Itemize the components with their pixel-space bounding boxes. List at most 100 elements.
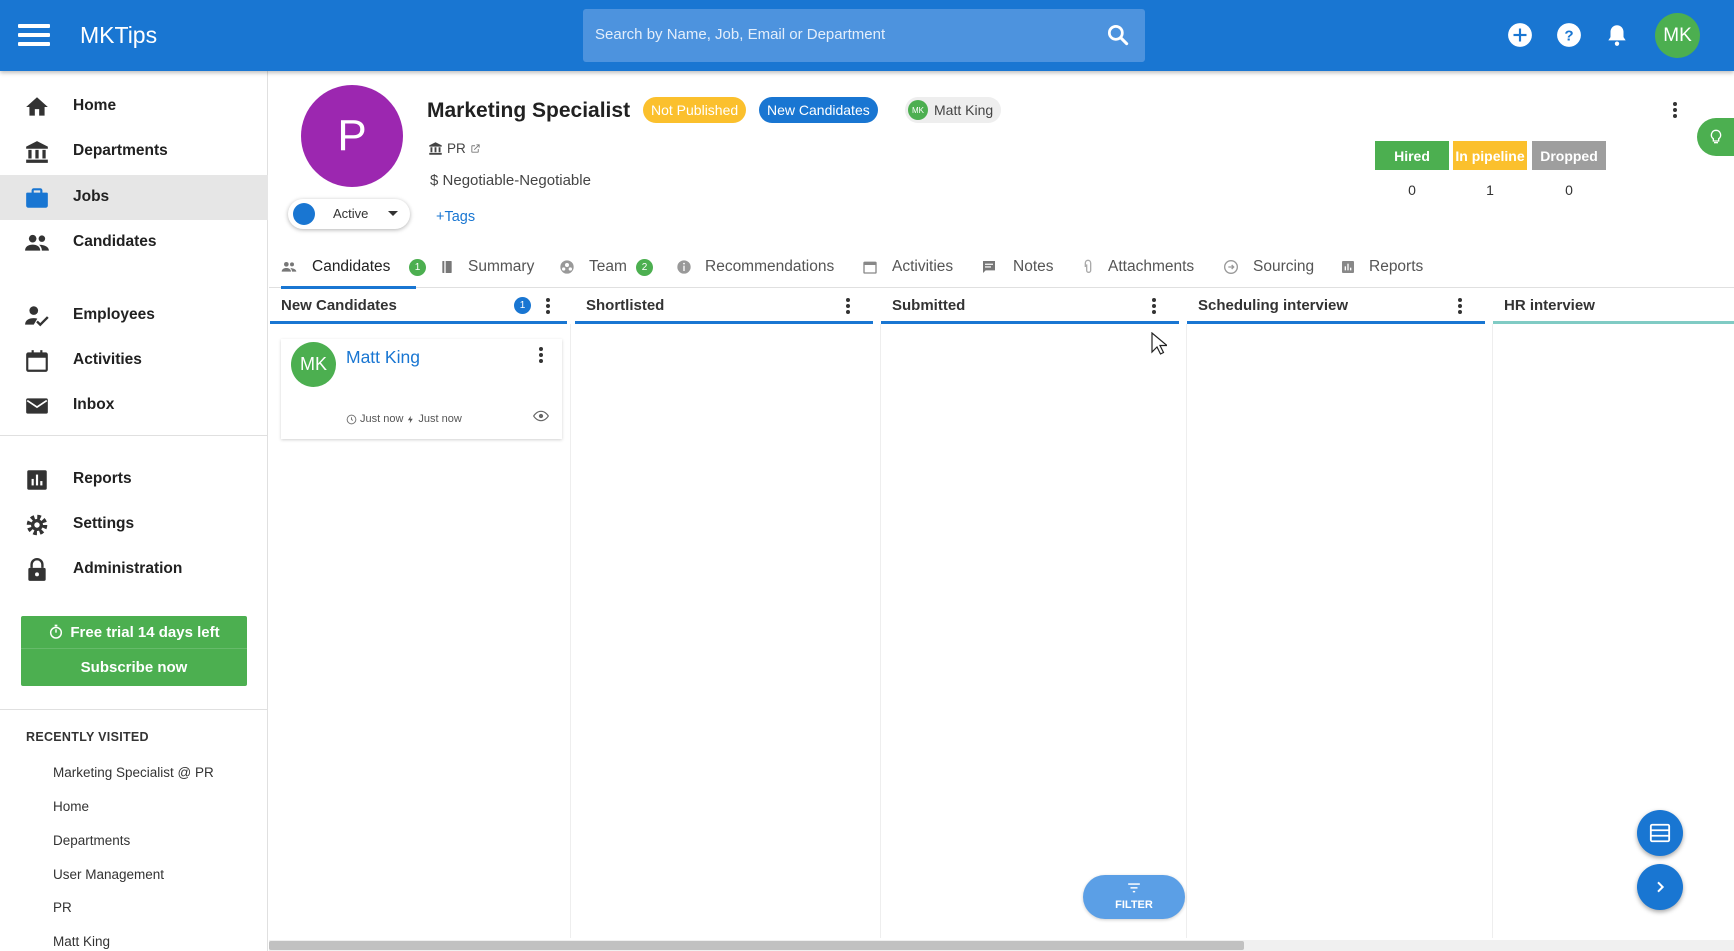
tab-notes[interactable]: Notes <box>981 245 1061 288</box>
sidebar-item-label: Departments <box>73 142 168 159</box>
filter-icon <box>1128 883 1140 893</box>
tab-candidates[interactable]: Candidates 1 <box>281 245 426 289</box>
eye-icon[interactable] <box>533 409 549 423</box>
column-menu-icon[interactable] <box>838 296 858 316</box>
tab-label: Candidates <box>312 258 391 275</box>
tab-label: Sourcing <box>1253 258 1315 275</box>
menu-icon[interactable] <box>18 24 50 46</box>
timer-icon <box>50 624 63 639</box>
person-check-icon <box>25 306 49 327</box>
column-menu-icon[interactable] <box>1144 296 1164 316</box>
salary-line: $ Negotiable-Negotiable <box>430 172 591 189</box>
help-icon[interactable]: ? <box>1556 22 1582 48</box>
publish-status-badge[interactable]: Not Published <box>643 97 747 123</box>
stat-in-pipeline: In pipeline 1 <box>1453 141 1527 209</box>
department-name: PR <box>447 141 466 156</box>
department-line[interactable]: PR <box>428 141 481 156</box>
tab-reports[interactable]: Reports <box>1340 245 1435 288</box>
tab-sourcing[interactable]: Sourcing <box>1223 245 1323 288</box>
sidebar-item-inbox[interactable]: Inbox <box>0 383 268 428</box>
tab-summary[interactable]: Summary <box>439 245 539 288</box>
sidebar-item-jobs[interactable]: Jobs <box>0 175 268 220</box>
chevron-down-icon <box>388 211 398 216</box>
recently-visited-title: RECENTLY VISITED <box>26 730 149 744</box>
external-link-icon[interactable] <box>470 143 481 154</box>
tab-recommendations[interactable]: Recommendations <box>676 245 851 288</box>
bar-chart-icon <box>1342 261 1354 273</box>
expand-button[interactable] <box>1637 864 1683 910</box>
sidebar-item-label: Candidates <box>73 233 157 250</box>
comment-icon <box>983 261 995 273</box>
search-icon[interactable] <box>1105 22 1131 48</box>
recent-item[interactable]: Marketing Specialist @ PR <box>53 765 214 780</box>
scrollbar-thumb[interactable] <box>269 941 1244 950</box>
column-title: Shortlisted <box>586 297 665 314</box>
bar-chart-icon <box>27 470 47 490</box>
tab-team[interactable]: Team 2 <box>559 245 659 288</box>
chevron-right-icon <box>1657 881 1665 893</box>
user-avatar[interactable]: MK <box>1655 13 1700 58</box>
info-icon <box>677 260 691 274</box>
card-menu-icon[interactable] <box>531 345 551 365</box>
sidebar-item-administration[interactable]: Administration <box>0 547 268 592</box>
view-list-button[interactable] <box>1637 810 1683 856</box>
created-time: Just now <box>360 413 404 425</box>
add-tags-link[interactable]: +Tags <box>436 209 475 225</box>
tab-label: Attachments <box>1108 258 1195 275</box>
job-status-dropdown[interactable]: Active <box>288 199 410 229</box>
sidebar-item-label: Home <box>73 97 117 114</box>
trial-text: Free trial 14 days left <box>70 623 220 641</box>
job-tabs: Candidates 1 Summary Team 2 Recommendati… <box>269 245 1734 289</box>
stat-label: In pipeline <box>1453 141 1527 170</box>
tab-activities[interactable]: Activities <box>862 245 972 288</box>
column-count-badge: 1 <box>514 297 531 314</box>
column-title: Submitted <box>892 297 966 314</box>
subscribe-button[interactable]: Subscribe now <box>21 649 247 686</box>
notification-bell-icon[interactable] <box>1604 22 1630 48</box>
owner-chip[interactable]: MK Matt King <box>905 97 1002 123</box>
tab-attachments[interactable]: Attachments <box>1080 245 1205 288</box>
sidebar-item-label: Jobs <box>73 188 110 205</box>
candidate-card[interactable]: MK Matt King Just now Just now <box>281 339 562 439</box>
filter-button[interactable]: FILTER <box>1083 875 1185 919</box>
tab-label: Notes <box>1013 258 1054 275</box>
sidebar-item-reports[interactable]: Reports <box>0 457 268 502</box>
sidebar-item-employees[interactable]: Employees <box>0 293 268 338</box>
search-bar[interactable]: Search by Name, Job, Email or Department <box>583 9 1145 62</box>
column-menu-icon[interactable] <box>538 296 558 316</box>
board-horizontal-scrollbar[interactable] <box>269 940 1734 951</box>
candidate-name-link[interactable]: Matt King <box>346 347 420 368</box>
column-title: New Candidates <box>281 297 397 314</box>
bank-icon <box>26 141 48 163</box>
owner-name: Matt King <box>934 102 994 118</box>
tips-button[interactable] <box>1697 118 1734 156</box>
recent-item[interactable]: Matt King <box>53 934 110 949</box>
sidebar-item-settings[interactable]: Settings <box>0 502 268 547</box>
sidebar-item-activities[interactable]: Activities <box>0 338 268 383</box>
top-app-bar: MKTips Search by Name, Job, Email or Dep… <box>0 0 1734 71</box>
flash-icon <box>408 415 414 423</box>
recent-item[interactable]: Home <box>53 799 89 814</box>
recent-item[interactable]: Departments <box>53 833 130 848</box>
sidebar-item-candidates[interactable]: Candidates <box>0 220 268 265</box>
people-icon <box>25 234 49 251</box>
column-menu-icon[interactable] <box>1450 296 1470 316</box>
stage-badge[interactable]: New Candidates <box>759 97 878 123</box>
team-icon <box>560 260 574 274</box>
add-circle-icon[interactable] <box>1507 22 1533 48</box>
sidebar-item-home[interactable]: Home <box>0 84 268 129</box>
column-header-scheduling-interview: Scheduling interview <box>1187 288 1485 324</box>
paperclip-icon <box>1084 259 1092 273</box>
recent-item[interactable]: User Management <box>53 867 164 882</box>
sidebar-item-departments[interactable]: Departments <box>0 129 268 174</box>
sourcing-icon <box>1224 260 1238 274</box>
column-header-submitted: Submitted <box>881 288 1179 324</box>
sidebar-divider <box>0 435 268 436</box>
recent-item[interactable]: PR <box>53 900 72 915</box>
candidate-avatar: MK <box>291 342 336 387</box>
job-more-options-icon[interactable] <box>1665 100 1685 120</box>
column-shortlisted <box>575 324 881 938</box>
search-input[interactable]: Search by Name, Job, Email or Department <box>595 26 885 43</box>
trial-info: Free trial 14 days left <box>21 616 247 649</box>
stat-dropped: Dropped 0 <box>1532 141 1606 209</box>
